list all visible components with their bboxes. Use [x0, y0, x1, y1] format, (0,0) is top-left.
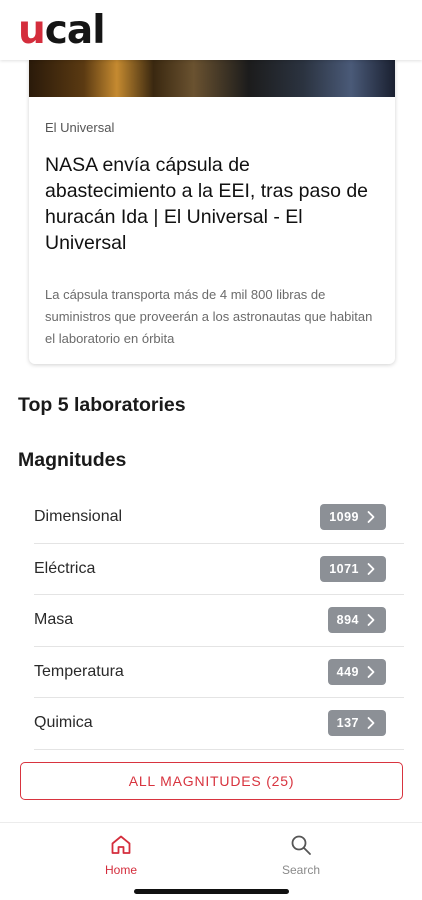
magnitude-row-electrica[interactable]: Eléctrica 1071	[34, 544, 404, 595]
news-image	[29, 60, 395, 97]
chevron-right-icon	[365, 562, 377, 576]
top5-laboratories-title: Top 5 laboratories	[18, 394, 186, 416]
logo-rest: cal	[44, 8, 106, 53]
logo-u: u	[18, 8, 46, 53]
nav-search[interactable]: Search	[261, 833, 341, 877]
home-icon	[111, 835, 131, 854]
magnitude-count: 894	[336, 613, 359, 628]
news-summary: La cápsula transporta más de 4 mil 800 l…	[45, 287, 373, 346]
magnitude-count-badge[interactable]: 449	[327, 658, 386, 685]
magnitudes-title: Magnitudes	[18, 449, 127, 471]
chevron-right-icon	[365, 613, 377, 627]
magnitude-row-dimensional[interactable]: Dimensional 1099	[34, 492, 404, 544]
ucal-logo[interactable]: ucal	[18, 8, 106, 54]
magnitude-label: Temperatura	[34, 662, 124, 680]
chevron-right-icon	[365, 665, 377, 679]
news-title[interactable]: NASA envía cápsula de abastecimiento a l…	[45, 152, 385, 256]
magnitude-count-badge[interactable]: 1071	[320, 555, 386, 582]
magnitude-count-badge[interactable]: 1099	[320, 504, 386, 531]
nav-search-label: Search	[281, 863, 321, 877]
magnitude-label: Masa	[34, 611, 74, 629]
chevron-right-icon	[365, 510, 377, 524]
magnitude-row-quimica[interactable]: Quimica 137	[34, 698, 404, 750]
magnitude-row-masa[interactable]: Masa 894	[34, 595, 404, 647]
magnitude-label: Quimica	[34, 714, 93, 732]
app-header: ucal	[0, 0, 422, 60]
magnitude-label: Eléctrica	[34, 559, 96, 577]
magnitude-count-badge[interactable]: 137	[327, 710, 386, 737]
news-card[interactable]: El Universal NASA envía cápsula de abast…	[29, 60, 395, 364]
magnitude-count: 137	[336, 716, 359, 731]
nav-home-label: Home	[104, 863, 137, 877]
chevron-right-icon	[365, 716, 377, 730]
home-indicator	[134, 889, 289, 894]
news-source: El Universal	[45, 120, 115, 135]
magnitude-count: 1099	[329, 510, 359, 525]
magnitude-row-temperatura[interactable]: Temperatura 449	[34, 647, 404, 698]
all-magnitudes-button[interactable]: ALL MAGNITUDES (25)	[20, 762, 403, 800]
magnitudes-list: Dimensional 1099 Eléctrica 1071 Masa 894…	[34, 492, 404, 750]
magnitude-label: Dimensional	[34, 508, 123, 526]
nav-home[interactable]: Home	[81, 833, 161, 877]
magnitude-count: 1071	[329, 561, 359, 576]
magnitude-count-badge[interactable]: 894	[327, 607, 386, 634]
search-icon	[291, 835, 311, 855]
magnitude-count: 449	[336, 664, 359, 679]
